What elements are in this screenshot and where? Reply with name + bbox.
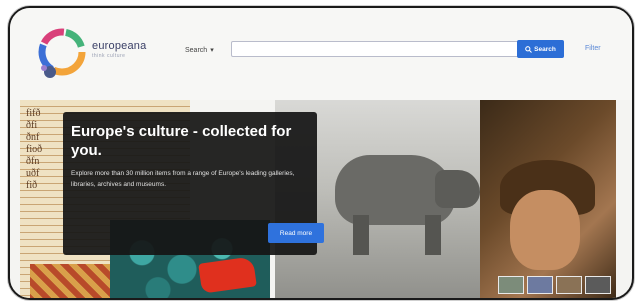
filter-link[interactable]: Filter (585, 45, 601, 52)
logo-tagline: think culture (92, 53, 126, 59)
site-header: europeana think culture Search ▾ Search … (10, 8, 632, 100)
logo-wordmark[interactable]: europeana (92, 40, 146, 52)
hero-overlay-card: Europe's culture - collected for you. Ex… (63, 112, 324, 255)
portrait-painting (480, 100, 616, 298)
search-scope-select[interactable]: Search ▾ (185, 46, 214, 55)
search-scope-label: Search (185, 46, 208, 54)
carousel-thumbnail[interactable] (527, 276, 553, 294)
europeana-logo-icon[interactable] (34, 28, 90, 84)
chevron-down-icon: ▾ (210, 47, 214, 54)
rhino-leg (425, 215, 441, 255)
search-input[interactable] (231, 41, 523, 57)
hero-carousel[interactable]: fifð ðfi ðnf fioð ðfn uðf fið Europe's culture… (20, 100, 616, 298)
search-button[interactable]: Search (517, 40, 564, 58)
rhino-head (435, 170, 480, 208)
hero-title: Europe's culture - collected for you. (71, 123, 292, 159)
tapestry-image (30, 264, 120, 298)
carousel-thumbnail[interactable] (498, 276, 524, 294)
search-button-label: Search (534, 45, 556, 53)
carousel-thumbnail[interactable] (585, 276, 611, 294)
search-icon (525, 45, 533, 53)
rhino-leg (353, 215, 369, 255)
hero-description: Explore more than 30 million items from … (71, 170, 295, 188)
read-more-button[interactable]: Read more (268, 223, 324, 243)
browser-frame: europeana think culture Search ▾ Search … (8, 6, 634, 300)
carousel-thumbnails (498, 276, 611, 294)
carousel-thumbnail[interactable] (556, 276, 582, 294)
portrait-face (510, 190, 580, 270)
